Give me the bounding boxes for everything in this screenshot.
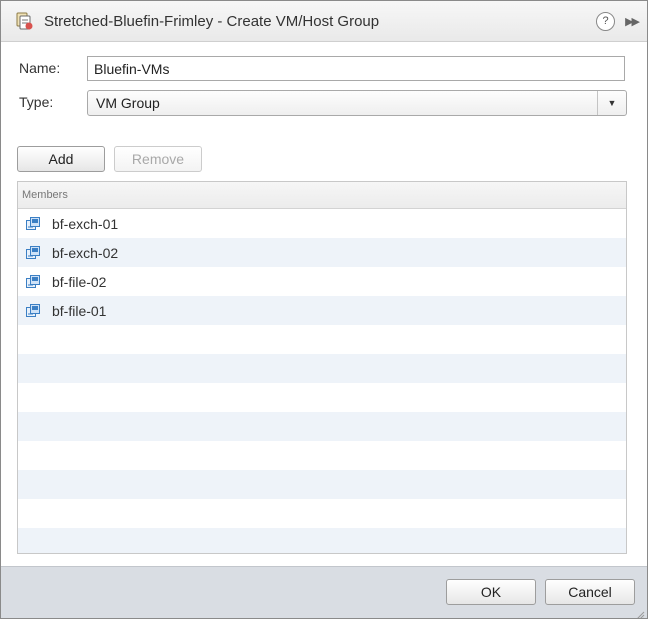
dialog-footer: OK Cancel [1,566,647,618]
member-row[interactable]: bf-exch-02 [18,238,626,267]
member-label: bf-exch-01 [52,215,119,232]
expand-icon[interactable]: ▶▶ [625,15,640,28]
empty-row [18,354,626,383]
empty-row [18,470,626,499]
empty-row [18,325,626,354]
resize-grip-icon[interactable] [635,607,645,618]
virtual-machine-icon [24,244,42,262]
add-button[interactable]: Add [17,146,105,172]
empty-row [18,412,626,441]
member-row[interactable]: bf-file-02 [18,267,626,296]
type-label: Type: [19,94,54,110]
empty-row [18,441,626,470]
dialog-title: Stretched-Bluefin-Frimley - Create VM/Ho… [44,12,380,30]
chevron-down-icon[interactable]: ▼ [597,91,626,115]
members-column-header[interactable]: Members [18,182,626,209]
member-label: bf-file-01 [52,302,107,319]
type-dropdown[interactable]: VM Group ▼ [87,90,627,116]
virtual-machine-icon [24,302,42,320]
cancel-button[interactable]: Cancel [545,579,635,605]
title-bar: Stretched-Bluefin-Frimley - Create VM/Ho… [1,1,647,42]
ok-button[interactable]: OK [446,579,536,605]
empty-row [18,383,626,412]
name-input[interactable] [87,56,625,81]
member-label: bf-file-02 [52,273,107,290]
virtual-machine-icon [24,215,42,233]
create-vm-host-group-dialog: Stretched-Bluefin-Frimley - Create VM/Ho… [0,0,648,619]
empty-row [18,528,626,553]
name-label: Name: [19,60,61,76]
type-selected-value: VM Group [96,95,160,111]
empty-row [18,499,626,528]
members-list: bf-exch-01 bf-exch-02 bf-file-02 bf-file-01 [18,209,626,553]
cluster-rule-icon [13,10,35,32]
virtual-machine-icon [24,273,42,291]
remove-button[interactable]: Remove [114,146,202,172]
member-row[interactable]: bf-file-01 [18,296,626,325]
member-row[interactable]: bf-exch-01 [18,209,626,238]
members-grid: Members bf-exch-01 bf-exch-02 bf-file-02 bf… [17,181,627,554]
help-button[interactable]: ? [596,11,616,31]
member-label: bf-exch-02 [52,244,119,261]
